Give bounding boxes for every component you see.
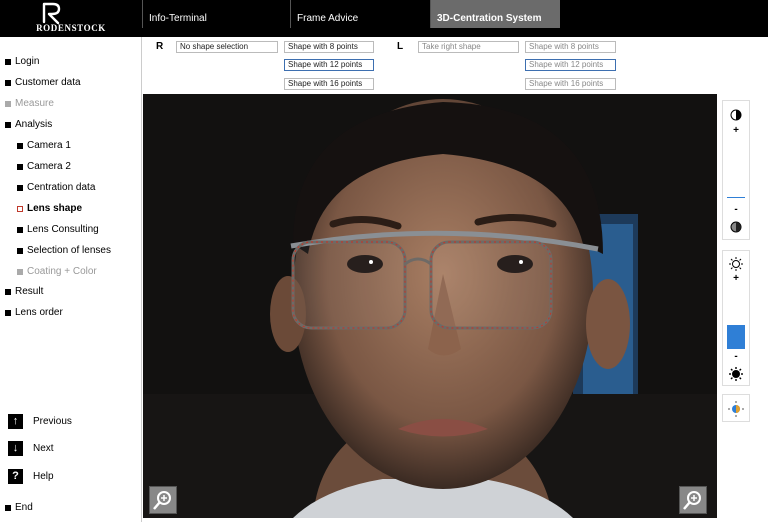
end-button[interactable]: End (5, 502, 33, 513)
left-shape-current-field[interactable]: Take right shape (418, 41, 519, 53)
sidebar-item-label: Coating + Color (27, 266, 97, 277)
brightness-high-icon (723, 257, 749, 274)
left-shape-12-points-button[interactable]: Shape with 12 points (525, 59, 616, 71)
sidebar-item-label: Camera 1 (27, 140, 71, 151)
brightness-slider[interactable] (727, 325, 745, 349)
sidebar-item-lens-shape[interactable]: Lens shape (17, 203, 137, 214)
sidebar-item-label: Selection of lenses (27, 245, 111, 256)
bullet-icon (5, 58, 11, 65)
sidebar-item-selection-of-lenses[interactable]: Selection of lenses (17, 245, 111, 256)
right-shape-12-points-button[interactable]: Shape with 12 points (284, 59, 374, 71)
bullet-icon (5, 100, 11, 107)
sidebar-item-label: Result (15, 286, 44, 297)
tab-frame-advice[interactable]: Frame Advice (290, 0, 430, 28)
sidebar-item-analysis[interactable]: Analysis (5, 119, 52, 130)
contrast-icon (723, 109, 749, 124)
sidebar-item-lens-consulting[interactable]: Lens Consulting (17, 224, 99, 235)
zoom-right-button[interactable] (149, 486, 177, 514)
right-shape-current-field[interactable]: No shape selection (176, 41, 278, 53)
color-adjust-icon (723, 401, 749, 420)
top-bar: RODENSTOCK Info-Terminal Frame Advice 3D… (0, 0, 768, 37)
left-shape-16-points-button[interactable]: Shape with 16 points (525, 78, 616, 90)
contrast-decrease-button[interactable]: - (723, 204, 749, 215)
bullet-icon (17, 163, 23, 170)
sidebar-item-label: Login (15, 56, 40, 67)
face-photo-illustration (143, 94, 717, 518)
sidebar-item-label: Customer data (15, 77, 81, 88)
brightness-low-icon (723, 367, 749, 384)
camera-photo (143, 94, 717, 518)
help-label: Help (33, 471, 54, 482)
next-label: Next (33, 443, 54, 454)
color-adjust-button[interactable] (722, 394, 750, 422)
rodenstock-logo: RODENSTOCK (0, 0, 142, 37)
sidebar-item-label: Centration data (27, 182, 96, 193)
brand-name: RODENSTOCK (36, 23, 106, 33)
bullet-icon (17, 142, 23, 149)
right-side-label: R (156, 41, 164, 52)
sidebar-item-label: Analysis (15, 119, 53, 130)
sidebar-item-coating-color: Coating + Color (17, 266, 97, 277)
bullet-icon (5, 121, 11, 128)
contrast-panel: + - (722, 100, 750, 240)
sidebar-item-centration-data[interactable]: Centration data (17, 182, 95, 193)
bullet-icon (17, 226, 23, 233)
left-side-label: L (397, 41, 404, 52)
sidebar-item-camera-2[interactable]: Camera 2 (17, 161, 71, 172)
sidebar-item-result[interactable]: Result (5, 286, 43, 297)
bullet-icon (5, 79, 11, 86)
magnifier-icon (683, 491, 701, 510)
sidebar: Login Customer data Measure Analysis Cam… (0, 37, 142, 522)
right-shape-16-points-button[interactable]: Shape with 16 points (284, 78, 374, 90)
bullet-icon (17, 205, 23, 212)
bullet-icon (5, 504, 11, 511)
next-button[interactable]: ↓ Next (8, 441, 54, 456)
brightness-panel: + - (722, 250, 750, 386)
contrast-slider[interactable] (727, 197, 745, 198)
question-icon: ? (8, 469, 23, 484)
magnifier-icon (153, 491, 171, 510)
contrast-low-icon (723, 221, 749, 236)
bullet-icon (17, 184, 23, 191)
previous-button[interactable]: ↑ Previous (8, 414, 72, 429)
sidebar-item-measure: Measure (5, 98, 54, 109)
bullet-icon (17, 268, 23, 275)
arrow-down-icon: ↓ (8, 441, 23, 456)
sidebar-item-customer-data[interactable]: Customer data (5, 77, 81, 88)
rodenstock-mark-icon (42, 2, 61, 24)
sidebar-item-label: Measure (15, 98, 54, 109)
tab-info-terminal[interactable]: Info-Terminal (142, 0, 291, 28)
brightness-decrease-button[interactable]: - (723, 351, 749, 362)
bullet-icon (5, 309, 11, 316)
contrast-increase-button[interactable]: + (723, 125, 749, 136)
previous-label: Previous (33, 416, 72, 427)
sidebar-item-camera-1[interactable]: Camera 1 (17, 140, 71, 151)
help-button[interactable]: ? Help (8, 469, 54, 484)
zoom-left-button[interactable] (679, 486, 707, 514)
sidebar-item-lens-order[interactable]: Lens order (5, 307, 63, 318)
sidebar-item-label: Lens order (15, 307, 63, 318)
brightness-increase-button[interactable]: + (723, 273, 749, 284)
bullet-icon (17, 247, 23, 254)
left-shape-8-points-button[interactable]: Shape with 8 points (525, 41, 616, 53)
sidebar-item-label: Lens Consulting (27, 224, 99, 235)
arrow-up-icon: ↑ (8, 414, 23, 429)
sidebar-item-login[interactable]: Login (5, 56, 39, 67)
sidebar-item-label: Camera 2 (27, 161, 71, 172)
sidebar-item-label: Lens shape (27, 203, 83, 214)
bullet-icon (5, 288, 11, 295)
end-label: End (15, 502, 33, 513)
tab-3d-centration-system[interactable]: 3D-Centration System (430, 0, 560, 28)
right-shape-8-points-button[interactable]: Shape with 8 points (284, 41, 374, 53)
